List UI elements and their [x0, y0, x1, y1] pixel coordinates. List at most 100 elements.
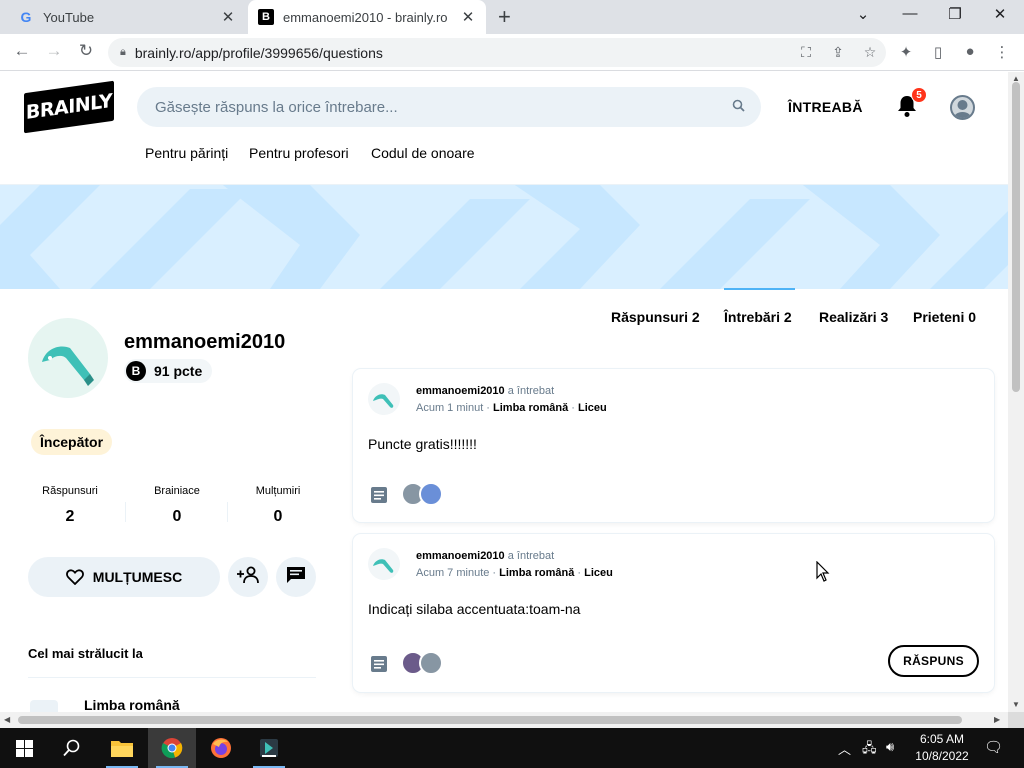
- tab-answers[interactable]: Răspunsuri 2: [611, 309, 700, 325]
- question-author-line: emmanoemi2010 a întrebat: [416, 550, 554, 562]
- share-icon[interactable]: ⇪: [822, 44, 854, 61]
- address-bar[interactable]: 🔒︎ brainly.ro/app/profile/3999656/questi…: [108, 38, 886, 67]
- file-explorer-button[interactable]: [98, 728, 146, 768]
- bookmark-star-icon[interactable]: ☆: [854, 44, 886, 61]
- question-subject[interactable]: Limba română: [493, 402, 568, 414]
- avatar: [419, 651, 443, 675]
- question-subject[interactable]: Limba română: [499, 567, 574, 579]
- question-icon: [370, 655, 388, 678]
- taskbar-clock[interactable]: 6:05 AM 10/8/2022: [912, 731, 972, 765]
- question-card[interactable]: emmanoemi2010 a întrebat Acum 7 minute ·…: [353, 534, 994, 692]
- lock-icon: 🔒︎: [120, 46, 126, 58]
- tab-brainly[interactable]: B emmanoemi2010 - brainly.ro ✕: [248, 0, 486, 34]
- tab-title: YouTube: [43, 9, 95, 25]
- horizontal-scrollbar[interactable]: ◀ ▶: [0, 712, 1008, 728]
- add-friend-button[interactable]: [228, 557, 268, 597]
- tab-achievements[interactable]: Realizări 3: [819, 309, 888, 325]
- new-tab-icon[interactable]: +: [498, 6, 511, 28]
- thanks-button[interactable]: MULȚUMESC: [28, 557, 220, 597]
- question-icon: [370, 486, 388, 509]
- question-text[interactable]: Puncte gratis!!!!!!!: [368, 436, 477, 452]
- scrollbar-thumb[interactable]: [1012, 82, 1020, 392]
- volume-icon[interactable]: 🔊︎: [886, 739, 894, 755]
- stat-divider: [125, 502, 126, 522]
- scroll-down-icon[interactable]: ▼: [1012, 700, 1020, 709]
- answer-button[interactable]: RĂSPUNS: [888, 645, 979, 677]
- stat-answers: Răspunsuri 2: [26, 485, 114, 526]
- back-icon[interactable]: ←: [12, 41, 32, 61]
- firefox-button[interactable]: [197, 728, 245, 768]
- section-divider: [28, 677, 316, 678]
- brainly-logo[interactable]: BRAINLY: [24, 80, 114, 134]
- nav-link-parents[interactable]: Pentru părinți: [145, 145, 228, 161]
- points-badge: B 91 pcte: [124, 359, 213, 383]
- clock-date: 10/8/2022: [915, 749, 969, 763]
- restore-icon[interactable]: ❐: [945, 5, 965, 23]
- author-name[interactable]: emmanoemi2010: [416, 385, 505, 397]
- translate-icon[interactable]: ⛶: [790, 44, 822, 61]
- close-tab-icon[interactable]: ✕: [460, 8, 476, 26]
- tab-youtube[interactable]: G YouTube ✕: [8, 0, 246, 34]
- taskbar-search-button[interactable]: [48, 728, 96, 768]
- tab-friends[interactable]: Prieteni 0: [913, 309, 976, 325]
- search-icon[interactable]: [732, 99, 745, 115]
- author-avatar[interactable]: [368, 383, 400, 415]
- tray-chevron-icon[interactable]: ︿: [838, 739, 851, 758]
- nav-link-teachers[interactable]: Pentru profesori: [249, 145, 349, 161]
- scroll-right-icon[interactable]: ▶: [994, 715, 1000, 724]
- nav-link-honor-code[interactable]: Codul de onoare: [371, 145, 475, 161]
- side-panel-icon[interactable]: ▯: [928, 43, 948, 61]
- author-avatar[interactable]: [368, 548, 400, 580]
- ask-question-button[interactable]: ÎNTREABĂ: [788, 99, 863, 115]
- minimize-icon[interactable]: —: [900, 5, 920, 22]
- windows-logo-icon: [15, 739, 33, 757]
- question-time: Acum 7 minute: [416, 567, 490, 579]
- chrome-icon: [161, 738, 183, 759]
- vertical-scrollbar[interactable]: ▲ ▼: [1008, 72, 1024, 712]
- scrollbar-thumb[interactable]: [18, 716, 962, 724]
- profile-banner: [0, 185, 1008, 289]
- search-placeholder: Găsește răspuns la orice întrebare...: [155, 98, 398, 116]
- subject-icon: [30, 700, 58, 712]
- best-in-heading: Cel mai strălucit la: [28, 646, 143, 661]
- mouse-cursor-icon: [816, 560, 830, 588]
- browser-toolbar: ← → ↻ 🔒︎ brainly.ro/app/profile/3999656/…: [0, 34, 1024, 71]
- profile-icon[interactable]: ●: [960, 43, 980, 60]
- points-value: 91 pcte: [154, 363, 203, 379]
- heart-icon: [65, 569, 84, 585]
- start-button[interactable]: [0, 728, 48, 768]
- notification-badge: 5: [911, 87, 927, 103]
- stat-divider: [227, 502, 228, 522]
- stat-brainiacs: Brainiace 0: [133, 485, 221, 526]
- network-icon[interactable]: 🖧︎: [862, 739, 877, 761]
- search-input[interactable]: Găsește răspuns la orice întrebare...: [137, 87, 761, 127]
- chrome-button[interactable]: [148, 728, 196, 768]
- windows-taskbar: ︿ 🖧︎ 🔊︎ 6:05 AM 10/8/2022 🗨︎: [0, 728, 1024, 768]
- extensions-icon[interactable]: ✦: [896, 43, 916, 61]
- question-author-line: emmanoemi2010 a întrebat: [416, 385, 554, 397]
- message-button[interactable]: [276, 557, 316, 597]
- close-window-icon[interactable]: ✕: [990, 5, 1010, 23]
- scroll-left-icon[interactable]: ◀: [4, 715, 10, 724]
- app-button[interactable]: [245, 728, 293, 768]
- forward-icon[interactable]: →: [44, 41, 64, 61]
- question-action: a întrebat: [507, 550, 555, 562]
- question-text[interactable]: Indicați silaba accentuata:toam-na: [368, 601, 580, 617]
- stat-value: 2: [65, 508, 75, 525]
- notifications-icon[interactable]: 🗨︎: [984, 738, 1003, 756]
- profile-username: emmanoemi2010: [124, 331, 286, 353]
- thanks-label: MULȚUMESC: [92, 569, 183, 585]
- reload-icon[interactable]: ↻: [76, 41, 96, 61]
- url-text: brainly.ro/app/profile/3999656/questions: [134, 44, 383, 61]
- clock-time: 6:05 AM: [919, 732, 965, 746]
- browser-tab-strip: G YouTube ✕ B emmanoemi2010 - brainly.ro…: [0, 0, 1024, 34]
- menu-icon[interactable]: ⋮: [992, 43, 1012, 61]
- profile-avatar: [28, 318, 108, 398]
- question-card[interactable]: emmanoemi2010 a întrebat Acum 1 minut · …: [353, 369, 994, 522]
- tab-search-icon[interactable]: ⌄: [853, 5, 873, 23]
- user-avatar[interactable]: [950, 95, 975, 120]
- tab-questions[interactable]: Întrebări 2: [724, 309, 792, 325]
- author-name[interactable]: emmanoemi2010: [416, 550, 505, 562]
- stat-thanks: Mulțumiri 0: [234, 485, 322, 526]
- close-tab-icon[interactable]: ✕: [220, 8, 236, 26]
